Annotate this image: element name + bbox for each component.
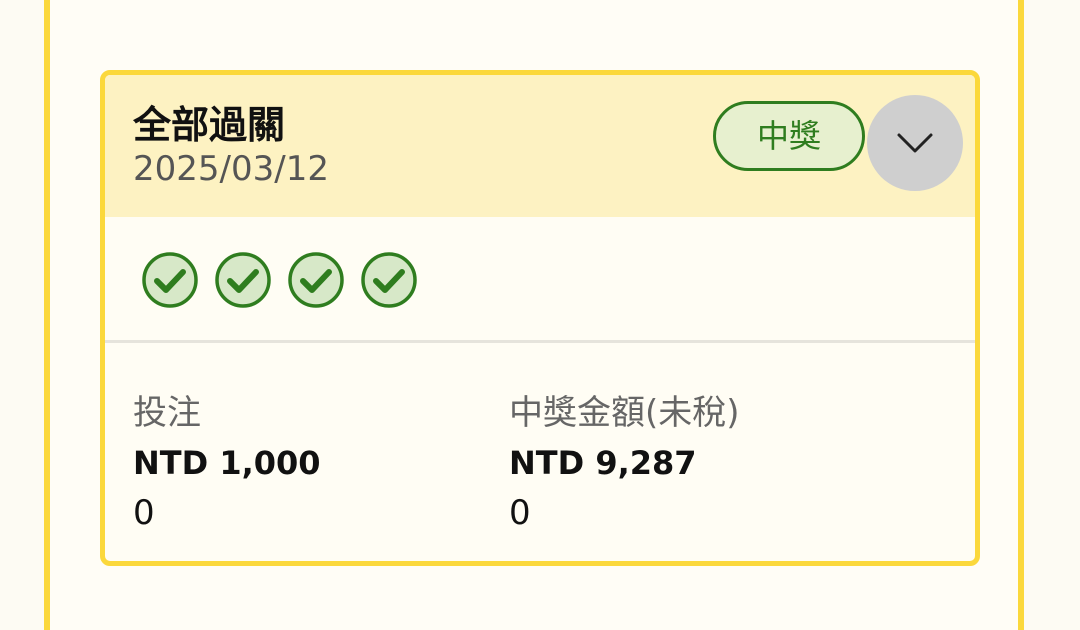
bet-type-title: 全部過關 [133,103,286,147]
chevron-down-icon [897,133,933,153]
check-circle-icon [288,252,344,308]
expand-button[interactable] [867,95,963,191]
bet-date: 2025/03/12 [133,149,329,189]
stake-amount: NTD 1,000 [133,444,321,482]
bet-card-header: 全部過關 2025/03/12 中獎 [105,75,975,217]
winnings-sub-value: 0 [509,493,531,533]
bet-summary: 投注 NTD 1,000 0 中獎金額(未稅) NTD 9,287 0 [105,343,975,561]
winnings-column: 中獎金額(未稅) NTD 9,287 0 [509,391,740,535]
check-circle-icon [361,252,417,308]
status-badge: 中獎 [713,101,865,171]
bet-card: 全部過關 2025/03/12 中獎 投注 NTD 1,000 0 中獎金額(未… [100,70,980,566]
stake-sub-value: 0 [133,493,155,533]
stake-column: 投注 NTD 1,000 0 [133,391,321,535]
check-circle-icon [215,252,271,308]
check-circle-icon [142,252,198,308]
legs-result-row [105,217,975,343]
winnings-amount: NTD 9,287 [509,444,697,482]
stake-label: 投注 [133,393,201,433]
winnings-label: 中獎金額(未稅) [509,393,740,433]
